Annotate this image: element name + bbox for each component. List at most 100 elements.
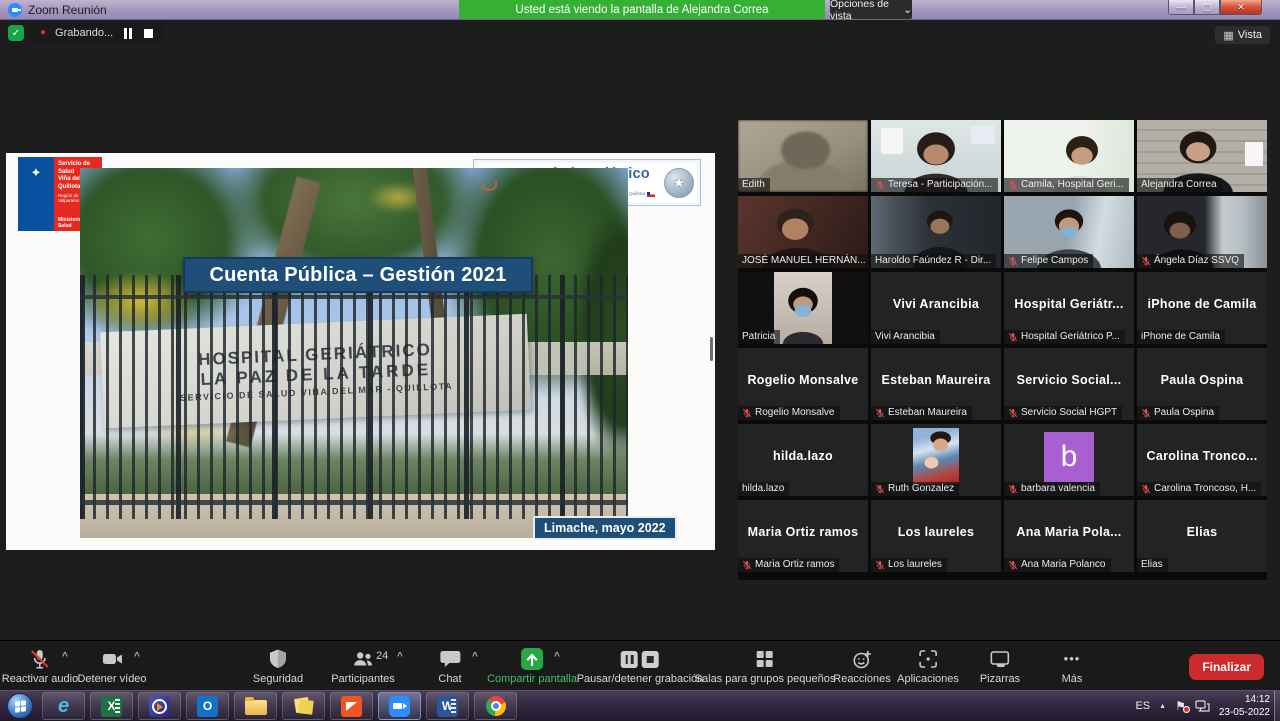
- participant-tile[interactable]: Hospital Geriátr... Hospital Geriátrico …: [1004, 272, 1134, 344]
- participant-tile[interactable]: b barbara valencia: [1004, 424, 1134, 496]
- taskbar-file-explorer-icon[interactable]: [234, 692, 277, 720]
- participant-name: Paula Ospina: [1137, 348, 1267, 412]
- participant-label: Hospital Geriátrico P...: [1004, 330, 1125, 344]
- mic-muted-icon: [742, 408, 752, 418]
- pause-recording-icon[interactable]: [122, 28, 134, 39]
- participant-label: Teresa - Participación...: [871, 178, 998, 192]
- participant-tile[interactable]: Servicio Social... Servicio Social HGPT: [1004, 348, 1134, 420]
- taskbar-pdf-reader-icon[interactable]: [330, 692, 373, 720]
- language-indicator[interactable]: ES: [1135, 700, 1150, 712]
- hidden-icons-caret[interactable]: ▲: [1159, 703, 1166, 710]
- participant-label: Los laureles: [871, 558, 947, 572]
- pause-recording-icon[interactable]: [621, 651, 638, 668]
- mic-muted-icon: [742, 560, 752, 570]
- scrollbar-thumb[interactable]: [710, 337, 713, 361]
- participant-tile[interactable]: JOSÉ MANUEL HERNÁN...: [738, 196, 868, 268]
- close-button[interactable]: ✕: [1220, 0, 1262, 15]
- participant-label: Vivi Arancibia: [871, 330, 940, 344]
- maximize-button[interactable]: ▢: [1194, 0, 1220, 15]
- stop-recording-icon[interactable]: [642, 651, 659, 668]
- taskbar-sticky-notes-icon[interactable]: [282, 692, 325, 720]
- participant-label: hilda.lazo: [738, 482, 789, 496]
- taskbar-internet-explorer-icon[interactable]: e: [42, 692, 85, 720]
- participant-label: Paula Ospina: [1137, 406, 1219, 420]
- taskbar-outlook-icon[interactable]: O: [186, 692, 229, 720]
- view-options-button[interactable]: Opciones de vista ⌄: [830, 0, 912, 19]
- security-shield-icon[interactable]: ✓: [8, 25, 24, 41]
- participant-tile[interactable]: Patricia: [738, 272, 868, 344]
- participant-tile[interactable]: hilda.lazo hilda.lazo: [738, 424, 868, 496]
- stop-video-button[interactable]: Detener vídeo ^: [77, 648, 146, 685]
- taskbar-zoom-icon[interactable]: [378, 692, 421, 720]
- participant-label-text: Los laureles: [888, 559, 942, 570]
- participant-tile[interactable]: Rogelio Monsalve Rogelio Monsalve: [738, 348, 868, 420]
- mic-muted-icon: [875, 484, 885, 494]
- participant-label: Ruth Gonzalez: [871, 482, 959, 496]
- end-meeting-button[interactable]: Finalizar: [1189, 654, 1264, 680]
- metal-fence: [80, 275, 628, 519]
- caret-up-icon[interactable]: ^: [554, 651, 560, 662]
- show-desktop-button[interactable]: [1274, 691, 1280, 721]
- participant-tile[interactable]: Elias Elias: [1137, 500, 1267, 572]
- taskbar-word-icon[interactable]: W: [426, 692, 469, 720]
- alert-dot: [1183, 706, 1190, 713]
- mic-muted-icon: [1141, 484, 1151, 494]
- windows-logo-icon: [15, 700, 26, 713]
- caret-up-icon[interactable]: ^: [62, 651, 68, 662]
- more-button[interactable]: ••• Más: [1062, 648, 1083, 685]
- participant-tile[interactable]: Ángela Díaz SSVQ: [1137, 196, 1267, 268]
- action-center-flag-icon[interactable]: ⚑: [1175, 699, 1186, 713]
- participants-button[interactable]: Participantes 24 ^: [331, 648, 395, 685]
- hospital-seal-icon: ★: [664, 168, 694, 198]
- caret-up-icon[interactable]: ^: [134, 651, 140, 662]
- participant-tile[interactable]: iPhone de Camila iPhone de Camila: [1137, 272, 1267, 344]
- caret-up-icon[interactable]: ^: [472, 651, 478, 662]
- participant-tile[interactable]: Carolina Tronco... Carolina Troncoso, H.…: [1137, 424, 1267, 496]
- participant-tile[interactable]: Ruth Gonzalez: [871, 424, 1001, 496]
- share-screen-icon: [521, 648, 543, 670]
- participant-tile[interactable]: Edith: [738, 120, 868, 192]
- taskbar-excel-icon[interactable]: X: [90, 692, 133, 720]
- vista-button[interactable]: ▦ Vista: [1215, 26, 1270, 44]
- taskbar-chrome-icon[interactable]: [474, 692, 517, 720]
- toolbar-label: Chat: [438, 673, 461, 685]
- pause-stop-recording-button[interactable]: Pausar/detener grabación: [577, 648, 704, 685]
- taskbar-clock[interactable]: 14:12 23-05-2022: [1219, 693, 1270, 719]
- unmute-audio-button[interactable]: Reactivar audio ^: [2, 648, 78, 685]
- participant-tile[interactable]: Camila, Hospital Geri...: [1004, 120, 1134, 192]
- photo-art: HOSPITAL GERIÁTRICO LA PAZ DE LA TARDE S…: [80, 168, 628, 538]
- caret-up-icon[interactable]: ^: [397, 651, 403, 662]
- participant-name: Servicio Social...: [1004, 348, 1134, 412]
- apps-button[interactable]: Aplicaciones: [897, 648, 959, 685]
- network-icon[interactable]: [1195, 700, 1210, 713]
- chat-button[interactable]: Chat ^: [438, 648, 461, 685]
- participant-tile[interactable]: Maria Ortiz ramos Maria Ortiz ramos: [738, 500, 868, 572]
- participant-tile[interactable]: Los laureles Los laureles: [871, 500, 1001, 572]
- participant-tile[interactable]: Haroldo Faúndez R - Dir...: [871, 196, 1001, 268]
- participant-tile[interactable]: Felipe Campos: [1004, 196, 1134, 268]
- participant-label-text: Camila, Hospital Geri...: [1021, 179, 1124, 190]
- participant-name: Elias: [1137, 500, 1267, 564]
- stop-recording-icon[interactable]: [143, 28, 155, 39]
- participant-tile[interactable]: Vivi Arancibia Vivi Arancibia: [871, 272, 1001, 344]
- participant-tile[interactable]: Alejandra Correa: [1137, 120, 1267, 192]
- start-button[interactable]: [7, 693, 33, 719]
- minimize-button[interactable]: —: [1168, 0, 1194, 15]
- share-screen-button[interactable]: Compartir pantalla ^: [487, 648, 577, 685]
- participant-name: iPhone de Camila: [1137, 272, 1267, 336]
- participant-tile[interactable]: Paula Ospina Paula Ospina: [1137, 348, 1267, 420]
- screen-share-banner: Usted está viendo la pantalla de Alejand…: [459, 0, 825, 19]
- participant-tile[interactable]: Teresa - Participación...: [871, 120, 1001, 192]
- view-options-label: Opciones de vista: [830, 0, 900, 22]
- whiteboards-button[interactable]: Pizarras: [980, 648, 1020, 685]
- zoom-app-icon: [8, 3, 22, 17]
- coat-of-arms-icon: ✦: [18, 157, 54, 231]
- participant-tile[interactable]: Ana Maria Pola... Ana Maria Polanco: [1004, 500, 1134, 572]
- participant-tile[interactable]: Esteban Maureira Esteban Maureira: [871, 348, 1001, 420]
- participant-label-text: Felipe Campos: [1021, 255, 1088, 266]
- security-button[interactable]: Seguridad: [253, 648, 303, 685]
- breakout-rooms-button[interactable]: Salas para grupos pequeños: [695, 648, 836, 685]
- reactions-button[interactable]: Reacciones: [833, 648, 890, 685]
- reactions-icon: [851, 648, 873, 670]
- taskbar-media-player-icon[interactable]: [138, 692, 181, 720]
